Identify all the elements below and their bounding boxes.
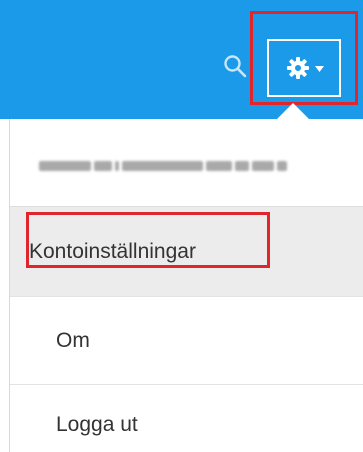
account-header (10, 119, 363, 207)
settings-menu-button[interactable] (267, 39, 341, 97)
top-bar (0, 0, 363, 119)
search-icon[interactable] (222, 53, 248, 79)
settings-dropdown-menu: Kontoinställningar Om Logga ut (9, 119, 363, 452)
menu-item-about[interactable]: Om (10, 297, 363, 385)
gear-icon (284, 54, 312, 82)
menu-item-label: Om (56, 328, 90, 352)
menu-item-label: Logga ut (56, 413, 138, 436)
blurred-account-name (39, 159, 287, 173)
dropdown-pointer (277, 103, 309, 119)
menu-item-label: Kontoinställningar (29, 239, 196, 263)
caret-down-icon (315, 64, 324, 72)
menu-item-account-settings[interactable]: Kontoinställningar (10, 207, 363, 297)
menu-item-logout[interactable]: Logga ut (10, 385, 363, 452)
